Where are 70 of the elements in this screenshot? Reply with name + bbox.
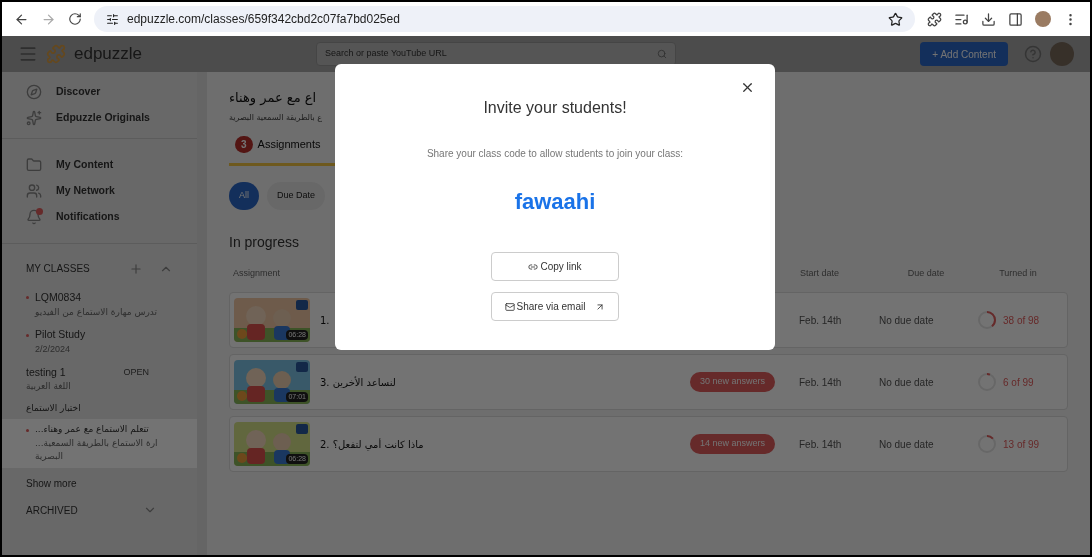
filter-chip[interactable]: All bbox=[229, 181, 259, 210]
compass-icon bbox=[26, 84, 42, 100]
class-subtitle: ...ارة الاستماع بالطريقة السمعية البصرية bbox=[34, 436, 159, 464]
side-panel-icon[interactable] bbox=[1008, 11, 1023, 27]
url-text: edpuzzle.com/classes/659f342cbd2c07fa7bd025ed bbox=[127, 11, 400, 28]
filter-chip[interactable]: Due Date bbox=[267, 181, 326, 210]
nav-item[interactable]: My Network bbox=[26, 183, 173, 199]
download-icon[interactable] bbox=[981, 11, 996, 27]
class-subtitle: اللغة العربية bbox=[26, 380, 72, 394]
mail-icon bbox=[504, 301, 515, 312]
nav-item[interactable]: Notifications bbox=[26, 209, 173, 225]
puzzle-logo-icon bbox=[46, 44, 66, 64]
assignment-title: 3. لنساعد الأخرين bbox=[320, 375, 397, 390]
nav-item[interactable]: Edpuzzle Originals bbox=[26, 110, 173, 126]
class-description: ع بالطريقة السمعية البصرية bbox=[229, 111, 322, 124]
class-name: testing 1 bbox=[26, 364, 67, 380]
link-icon bbox=[528, 261, 539, 272]
external-arrow-icon bbox=[595, 301, 606, 312]
count-badge: 3 bbox=[235, 135, 253, 153]
nav-item[interactable]: Discover bbox=[26, 84, 173, 100]
section-heading: MY CLASSES bbox=[26, 262, 91, 276]
add-content-button[interactable]: + Add Content bbox=[920, 42, 1008, 66]
site-info-icon[interactable] bbox=[106, 12, 119, 26]
nav-item[interactable]: My Content bbox=[26, 157, 173, 173]
class-item[interactable]: ...تتعلم الاستماع مع عمر وهناء ...ارة الاستماع بالطريقة السمعية البصرية bbox=[2, 419, 197, 468]
tab-label: Assignments bbox=[257, 136, 321, 152]
share-email-button[interactable]: Share via email bbox=[491, 292, 619, 321]
assignment-title: 2. ماذا كانت أمي لتفعل؟ bbox=[320, 437, 425, 452]
dialog-title: Invite your students! bbox=[483, 98, 627, 118]
progress-ring bbox=[977, 310, 997, 330]
dialog-description: Share your class code to allow students to join your class: bbox=[426, 147, 684, 161]
section-title: In progress bbox=[229, 232, 301, 252]
sparkle-icon bbox=[26, 110, 42, 126]
start-date: Feb. 14th bbox=[799, 313, 843, 328]
copy-link-button[interactable]: Copy link bbox=[491, 252, 619, 281]
open-tag: OPEN bbox=[123, 365, 149, 380]
profile-avatar[interactable] bbox=[1035, 11, 1051, 27]
reading-list-icon[interactable] bbox=[954, 11, 969, 27]
turned-in-count: 13 of 99 bbox=[1003, 437, 1040, 452]
folder-icon bbox=[26, 157, 42, 173]
bookmark-star-icon[interactable] bbox=[888, 11, 903, 27]
class-name: Pilot Study bbox=[35, 327, 87, 343]
reload-icon[interactable] bbox=[68, 12, 82, 26]
due-date: No due date bbox=[879, 375, 935, 390]
close-button[interactable] bbox=[740, 80, 755, 95]
class-name: LQM0834 bbox=[35, 290, 83, 305]
start-date: Feb. 14th bbox=[799, 375, 843, 390]
show-more-link[interactable]: Show more bbox=[2, 467, 101, 499]
class-title: اع مع عمر وهناء bbox=[229, 89, 317, 108]
answers-badge: 14 new answers bbox=[689, 434, 775, 454]
extensions-icon[interactable] bbox=[927, 11, 942, 27]
class-code: fawaahi bbox=[514, 188, 596, 216]
due-date: No due date bbox=[879, 437, 935, 452]
turned-in-count: 6 of 99 bbox=[1003, 375, 1034, 390]
column-header: Start date bbox=[800, 266, 841, 280]
class-name: اختبار الاستماع bbox=[26, 401, 82, 415]
progress-ring bbox=[977, 434, 997, 454]
back-icon[interactable] bbox=[14, 11, 29, 27]
bell-icon bbox=[26, 209, 42, 225]
assignment-title: 1. bbox=[320, 313, 331, 328]
class-name: ...تتعلم الاستماع مع عمر وهناء bbox=[35, 423, 150, 437]
due-date: No due date bbox=[879, 313, 935, 328]
column-header: Assignment bbox=[233, 267, 281, 278]
progress-ring bbox=[977, 372, 997, 392]
section-heading: ARCHIVED bbox=[26, 503, 79, 518]
turned-in-count: 38 of 98 bbox=[1003, 313, 1040, 328]
forward-icon[interactable] bbox=[41, 11, 56, 27]
people-icon bbox=[26, 183, 42, 199]
start-date: Feb. 14th bbox=[799, 437, 843, 452]
address-bar[interactable]: edpuzzle.com/classes/659f342cbd2c07fa7bd025ed bbox=[94, 6, 915, 32]
